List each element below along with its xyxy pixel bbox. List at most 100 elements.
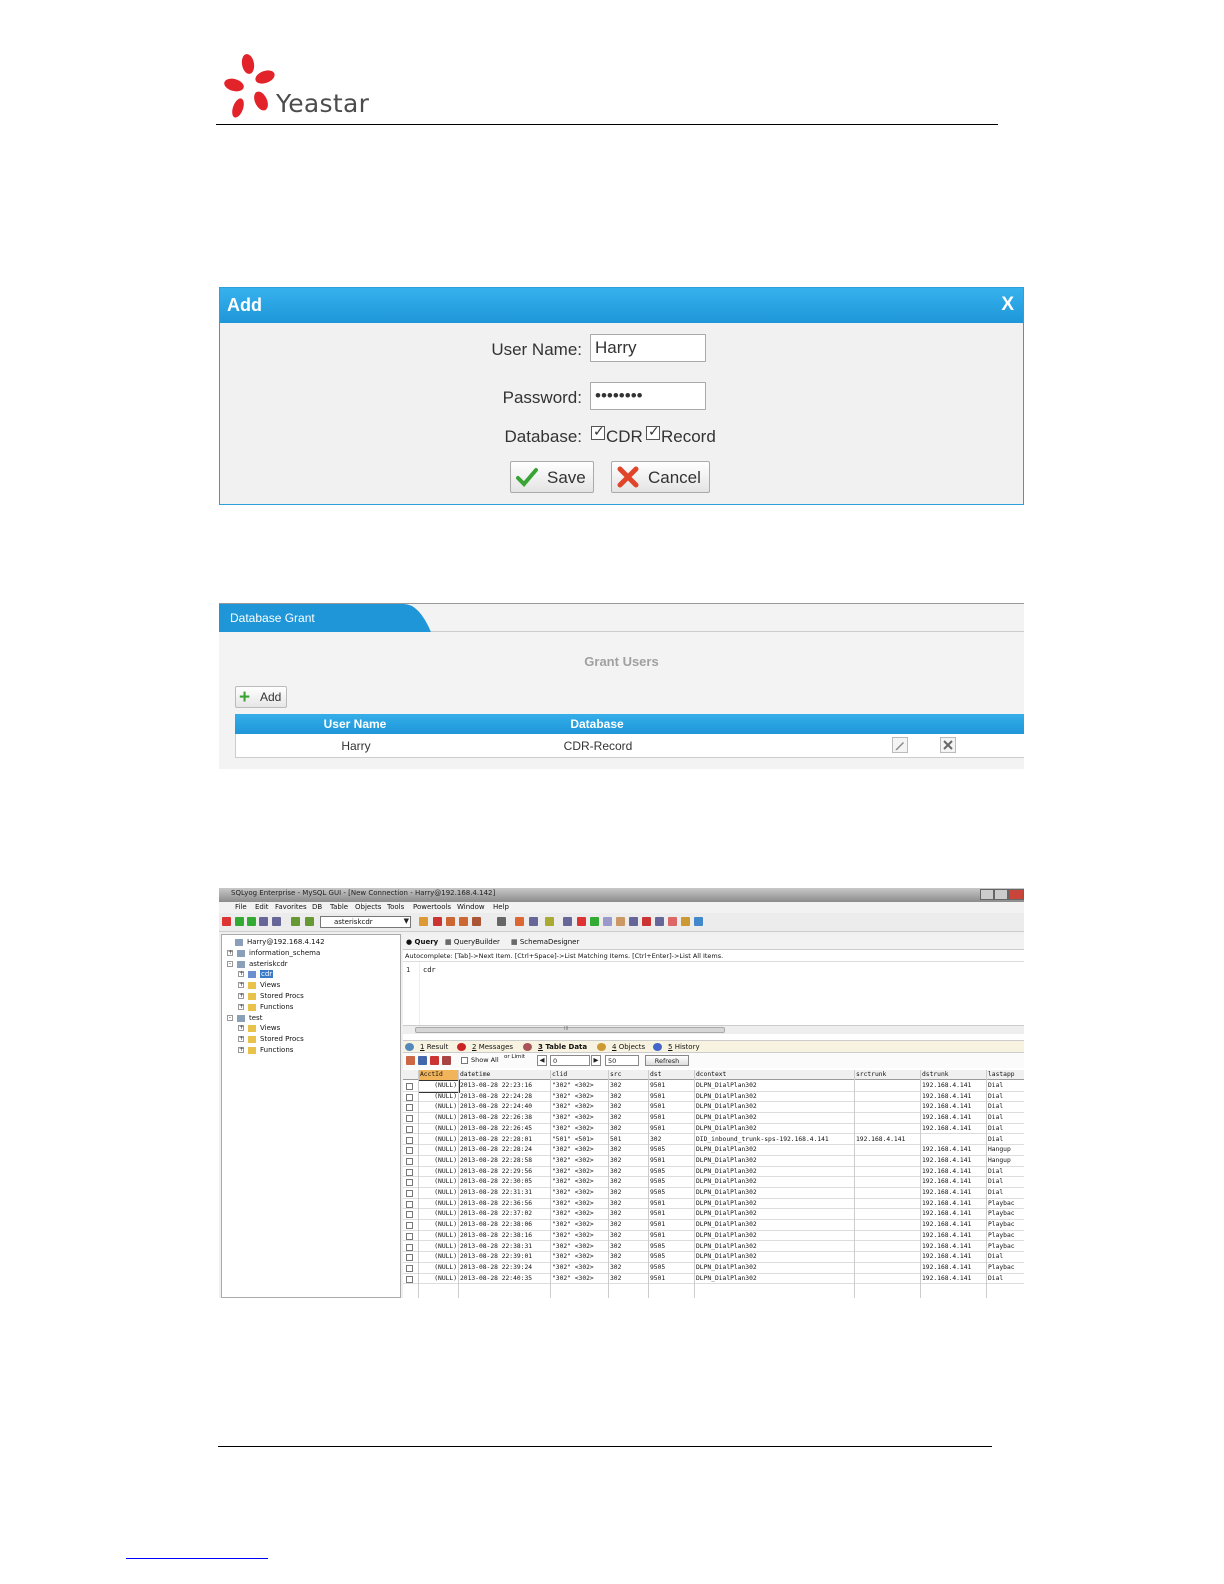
grid-cell[interactable] — [855, 1092, 921, 1103]
toolbar-tool-icon[interactable] — [272, 917, 281, 926]
menu-item-file[interactable]: File — [235, 903, 247, 911]
grid-cell[interactable]: Dial — [987, 1135, 1024, 1146]
row-select-checkbox[interactable] — [406, 1243, 413, 1251]
grid-cell[interactable]: 302 — [609, 1113, 649, 1124]
toolbar-tool-icon[interactable] — [603, 917, 612, 926]
grid-cell[interactable]: "302" <302> — [551, 1145, 609, 1156]
grid-column-header[interactable]: src — [609, 1070, 649, 1081]
grid-cell[interactable]: "302" <302> — [551, 1209, 609, 1220]
grid-cell[interactable] — [855, 1252, 921, 1263]
grid-cell[interactable]: DLPN_DialPlan302 — [695, 1177, 855, 1188]
grid-cell[interactable]: 192.168.4.141 — [921, 1231, 987, 1242]
grid-cell[interactable]: 2013-08-28 22:30:05 — [459, 1177, 551, 1188]
table-row[interactable]: (NULL) 2013-08-28 22:28:24 "302" <302> 302 9… — [403, 1145, 1024, 1156]
grid-cell[interactable] — [855, 1263, 921, 1274]
grid-cell[interactable]: 2013-08-28 22:37:02 — [459, 1209, 551, 1220]
menu-item-objects[interactable]: Objects — [355, 903, 381, 911]
toolbar-tool-icon[interactable] — [529, 917, 538, 926]
window-close-button[interactable] — [1008, 889, 1024, 900]
toolbar-tool-icon[interactable] — [668, 917, 677, 926]
grid-cell[interactable]: 302 — [609, 1252, 649, 1263]
toolbar-tool-icon[interactable] — [545, 917, 554, 926]
grid-cell[interactable]: 302 — [609, 1177, 649, 1188]
save-icon[interactable] — [418, 1056, 427, 1065]
grid-cell[interactable]: Playbac — [987, 1220, 1024, 1231]
toolbar-tool-icon[interactable] — [305, 917, 314, 926]
password-input[interactable] — [590, 382, 706, 410]
grid-cell[interactable]: 192.168.4.141 — [921, 1177, 987, 1188]
grid-cell[interactable]: "302" <302> — [551, 1188, 609, 1199]
grid-cell[interactable]: 2013-08-28 22:39:24 — [459, 1263, 551, 1274]
row-select-checkbox[interactable] — [406, 1232, 413, 1240]
table-row[interactable]: (NULL) 2013-08-28 22:23:16 "302" <302> 302 9… — [403, 1080, 1024, 1093]
limit-count-input[interactable]: 50 — [605, 1055, 639, 1066]
toolbar-tool-icon[interactable] — [629, 917, 638, 926]
table-row[interactable]: (NULL) 2013-08-28 22:38:16 "302" <302> 302 9… — [403, 1231, 1024, 1242]
toolbar-tool-icon[interactable] — [681, 917, 690, 926]
grid-cell[interactable]: 2013-08-28 22:36:56 — [459, 1199, 551, 1210]
grid-cell[interactable]: 2013-08-28 22:24:40 — [459, 1102, 551, 1113]
grid-cell[interactable]: "302" <302> — [551, 1199, 609, 1210]
grid-cell[interactable]: "302" <302> — [551, 1231, 609, 1242]
prev-page-button[interactable]: ◀ — [537, 1055, 547, 1066]
grid-cell[interactable]: 2013-08-28 22:38:06 — [459, 1220, 551, 1231]
table-icon[interactable] — [406, 1056, 415, 1065]
toolbar-tool-icon[interactable] — [433, 917, 442, 926]
table-row[interactable]: (NULL) 2013-08-28 22:38:06 "302" <302> 302 9… — [403, 1220, 1024, 1231]
grid-cell[interactable]: "302" <302> — [551, 1177, 609, 1188]
minimize-button[interactable] — [980, 889, 994, 900]
next-page-button[interactable]: ▶ — [591, 1055, 601, 1066]
grid-cell[interactable]: 302 — [609, 1274, 649, 1285]
grid-cell[interactable]: 2013-08-28 22:40:35 — [459, 1274, 551, 1285]
row-select-checkbox[interactable] — [406, 1115, 413, 1123]
grid-cell[interactable]: (NULL) — [419, 1242, 459, 1253]
grid-cell[interactable]: 192.168.4.141 — [921, 1242, 987, 1253]
grid-cell[interactable]: (NULL) — [418, 1080, 460, 1093]
scrollbar-thumb[interactable]: III — [415, 1026, 725, 1033]
tree-item[interactable]: Harry@192.168.4.142 — [247, 938, 325, 946]
save-button[interactable]: Save — [510, 461, 594, 493]
grid-cell[interactable]: 192.168.4.141 — [921, 1167, 987, 1178]
grid-cell[interactable]: (NULL) — [419, 1263, 459, 1274]
table-row[interactable]: (NULL) 2013-08-28 22:24:28 "302" <302> 302 9… — [403, 1092, 1024, 1103]
menu-item-powertools[interactable]: Powertools — [413, 903, 451, 911]
delete-row-icon[interactable] — [430, 1056, 439, 1065]
table-row[interactable]: (NULL) 2013-08-28 22:28:58 "302" <302> 302 9… — [403, 1156, 1024, 1167]
grid-cell[interactable]: 9505 — [649, 1145, 695, 1156]
toolbar-tool-icon[interactable] — [577, 917, 586, 926]
grid-column-header[interactable]: clid — [551, 1070, 609, 1081]
grid-cell[interactable]: (NULL) — [419, 1252, 459, 1263]
toolbar-tool-icon[interactable] — [446, 917, 455, 926]
tree-expander-icon[interactable]: + — [238, 971, 244, 978]
grid-cell[interactable]: "501" <501> — [551, 1135, 609, 1146]
menu-item-db[interactable]: DB — [312, 903, 322, 911]
grid-cell[interactable]: DLPN_DialPlan302 — [695, 1156, 855, 1167]
grid-cell[interactable]: "302" <302> — [551, 1263, 609, 1274]
grid-cell[interactable]: 501 — [609, 1135, 649, 1146]
table-row[interactable]: (NULL) 2013-08-28 22:30:05 "302" <302> 302 9… — [403, 1177, 1024, 1188]
row-select-checkbox[interactable] — [406, 1190, 413, 1197]
row-select-checkbox[interactable] — [406, 1104, 413, 1112]
grid-cell[interactable] — [855, 1209, 921, 1220]
database-select[interactable]: asteriskcdr ▼ — [320, 916, 411, 928]
grid-cell[interactable]: 302 — [609, 1156, 649, 1167]
grid-column-header[interactable]: dcontext — [695, 1070, 855, 1081]
grid-cell[interactable] — [855, 1124, 921, 1135]
grid-cell[interactable]: Dial — [987, 1102, 1024, 1113]
grid-cell[interactable] — [855, 1167, 921, 1178]
grid-cell[interactable]: DLPN_DialPlan302 — [695, 1220, 855, 1231]
table-row[interactable]: (NULL) 2013-08-28 22:29:56 "302" <302> 302 9… — [403, 1167, 1024, 1178]
grid-cell[interactable]: DLPN_DialPlan302 — [695, 1242, 855, 1253]
tab-querybuilder[interactable]: ▦ QueryBuilder — [445, 938, 500, 946]
tree-expander-icon[interactable]: + — [238, 993, 244, 999]
tab-schemadesigner[interactable]: ▦ SchemaDesigner — [511, 938, 579, 946]
menu-item-table[interactable]: Table — [330, 903, 348, 911]
grid-cell[interactable]: 302 — [609, 1188, 649, 1199]
grid-cell[interactable]: 9501 — [649, 1092, 695, 1103]
grid-cell[interactable]: DID_inbound_trunk-sps-192.168.4.141 — [695, 1135, 855, 1146]
tab-database-grant[interactable]: Database Grant — [230, 611, 315, 625]
grid-cell[interactable]: DLPN_DialPlan302 — [695, 1167, 855, 1178]
tree-expander-icon[interactable]: + — [238, 1036, 244, 1043]
maximize-button[interactable] — [994, 889, 1008, 900]
grid-cell[interactable]: 2013-08-28 22:23:16 — [459, 1081, 551, 1092]
